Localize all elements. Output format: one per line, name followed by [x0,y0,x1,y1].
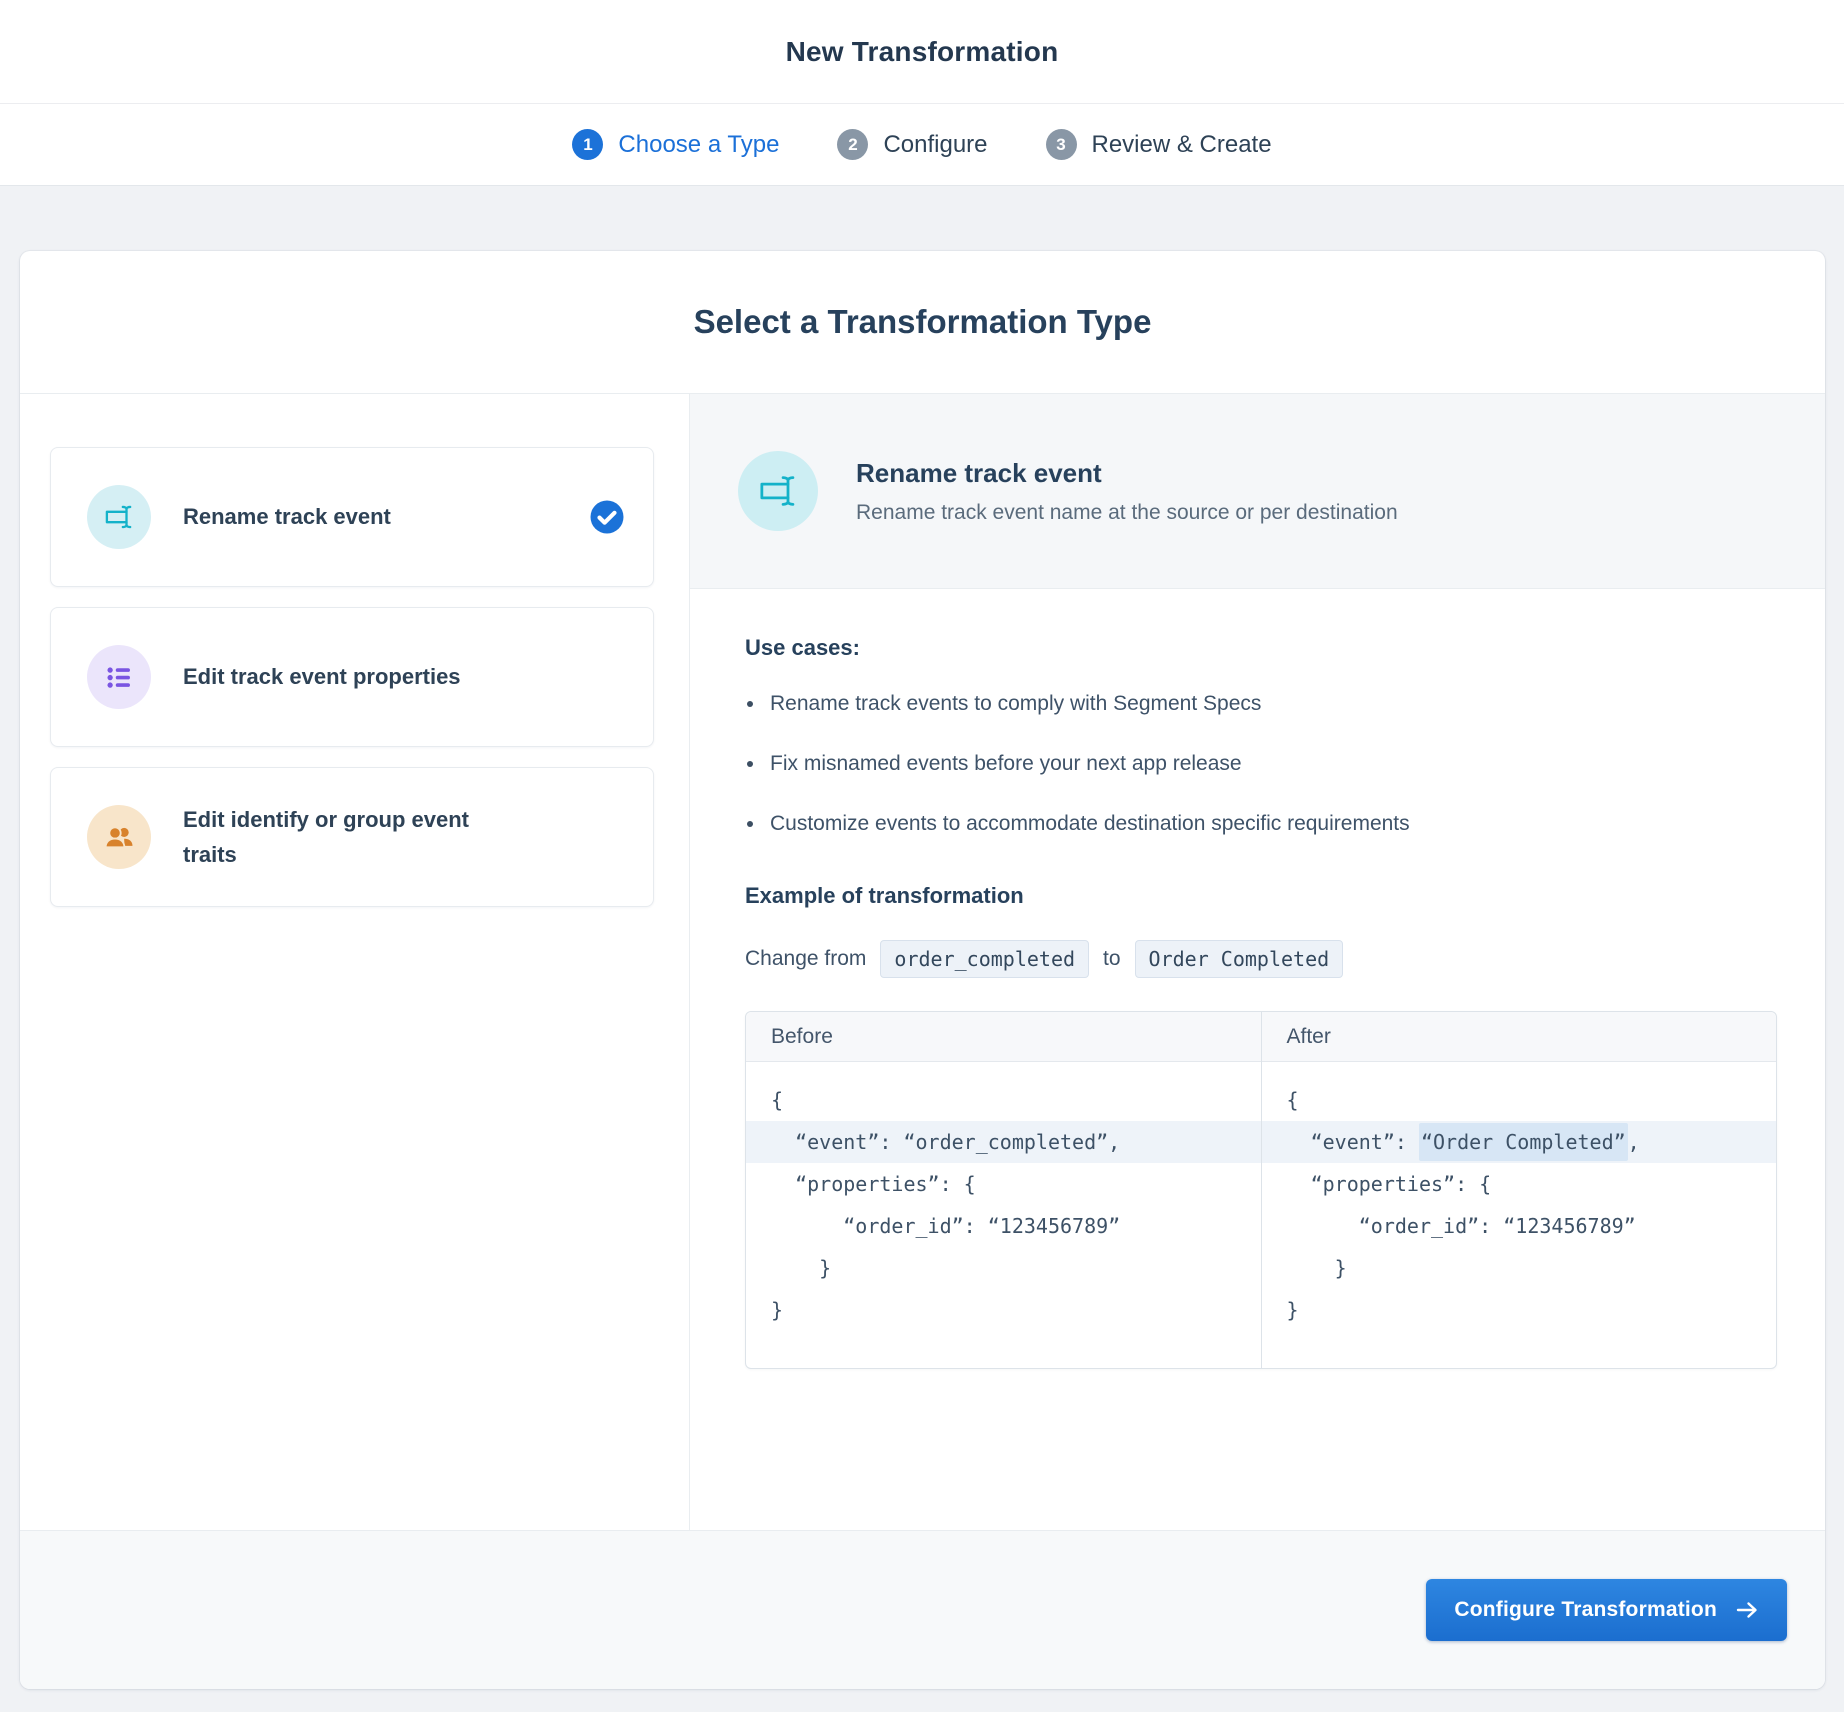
wizard-stepper: 1 Choose a Type 2 Configure 3 Review & C… [0,104,1844,186]
use-case-text: Customize events to accommodate destinat… [770,812,1410,835]
rename-icon [738,451,818,531]
bullet-dot [747,701,753,707]
use-case-text: Fix misnamed events before your next app… [770,752,1242,775]
option-edit-identify-group-traits[interactable]: Edit identify or group event traits [50,767,654,907]
step-2-label: Configure [883,130,988,158]
use-case-item: Rename track events to comply with Segme… [745,690,1777,718]
list-properties-icon [87,645,151,709]
code-comma: , [1108,1130,1121,1154]
option-rename-track-event[interactable]: Rename track event [50,447,654,587]
use-cases-heading: Use cases: [745,635,860,660]
transformation-type-card: Select a Transformation Type Rename trac… [20,251,1825,1689]
change-to-code-chip: Order Completed [1134,940,1344,978]
selected-check-icon [589,499,625,535]
use-case-item: Customize events to accommodate destinat… [745,810,1777,838]
change-from-label: Change from [745,947,867,970]
option-label: Rename track event [183,504,391,530]
step-choose-a-type[interactable]: 1 Choose a Type [572,129,779,160]
option-edit-track-event-properties[interactable]: Edit track event properties [50,607,654,747]
code-line: } [771,1298,784,1322]
code-line: { [771,1088,784,1112]
before-column-header: Before [746,1012,1261,1062]
code-comma: , [1627,1130,1640,1154]
detail-content: Use cases: Rename track events to comply… [690,589,1825,1369]
code-line: “order_id”: “123456789” [1286,1214,1636,1238]
code-line: } [1286,1256,1347,1280]
detail-header: Rename track event Rename track event na… [690,394,1825,589]
code-line: “properties”: { [1286,1172,1492,1196]
card-title: Select a Transformation Type [693,303,1152,340]
code-event-value-highlight: “Order Completed” [1418,1123,1628,1161]
code-line: } [771,1256,832,1280]
before-column: Before { “event”: “order_completed”, “pr… [746,1012,1261,1368]
option-label: Edit identify or group event traits [183,806,470,867]
card-body: Rename track event Edit track event prop… [20,394,1825,1530]
page-title: New Transformation [785,35,1059,67]
code-event-key: “event”: [1286,1130,1419,1154]
example-heading: Example of transformation [745,883,1024,908]
arrow-right-icon [1735,1600,1759,1620]
detail-titles: Rename track event Rename track event na… [856,458,1398,525]
use-case-text: Rename track events to comply with Segme… [770,692,1262,715]
use-cases-list: Rename track events to comply with Segme… [745,690,1777,838]
code-line-event-highlighted: “event”: “order_completed”, [746,1121,1261,1163]
step-3-label: Review & Create [1091,130,1272,158]
use-case-item: Fix misnamed events before your next app… [745,750,1777,778]
step-1-number-badge: 1 [572,129,604,160]
code-line: { [1286,1088,1299,1112]
option-label: Edit track event properties [183,664,461,690]
step-2-number-badge: 2 [837,129,869,160]
step-3-number-badge: 3 [1045,129,1077,160]
code-event-key: “event”: [771,1130,904,1154]
configure-button-label: Configure Transformation [1454,1598,1717,1621]
before-code-block: { “event”: “order_completed”, “propertie… [746,1062,1261,1368]
change-example-row: Change from order_completed to Order Com… [745,940,1777,978]
bullet-dot [747,761,753,767]
before-after-compare: Before { “event”: “order_completed”, “pr… [745,1011,1777,1369]
type-detail-panel: Rename track event Rename track event na… [690,394,1825,1530]
after-column: After { “event”: “Order Completed”, “pro… [1260,1012,1776,1368]
step-review-create[interactable]: 3 Review & Create [1045,129,1272,160]
card-header: Select a Transformation Type [20,251,1825,394]
configure-transformation-button[interactable]: Configure Transformation [1426,1579,1787,1641]
code-line: } [1286,1298,1299,1322]
change-to-label: to [1103,947,1121,970]
bullet-dot [747,821,753,827]
card-footer: Configure Transformation [20,1530,1825,1689]
step-configure[interactable]: 2 Configure [837,129,988,160]
rename-icon [87,485,151,549]
users-icon [87,805,151,869]
code-event-value: “order_completed” [903,1130,1109,1154]
step-1-label: Choose a Type [618,130,780,158]
code-line: “properties”: { [771,1172,976,1196]
page-content: Select a Transformation Type Rename trac… [0,186,1844,1711]
after-column-header: After [1261,1012,1776,1062]
code-line-event-highlighted: “event”: “Order Completed”, [1261,1121,1776,1163]
code-line: “order_id”: “123456789” [771,1214,1121,1238]
detail-title: Rename track event [856,457,1102,488]
after-code-block: { “event”: “Order Completed”, “propertie… [1261,1062,1776,1368]
top-bar: New Transformation [0,0,1844,104]
detail-description: Rename track event name at the source or… [856,500,1398,524]
type-option-list: Rename track event Edit track event prop… [20,394,690,1530]
change-from-code-chip: order_completed [880,940,1090,978]
